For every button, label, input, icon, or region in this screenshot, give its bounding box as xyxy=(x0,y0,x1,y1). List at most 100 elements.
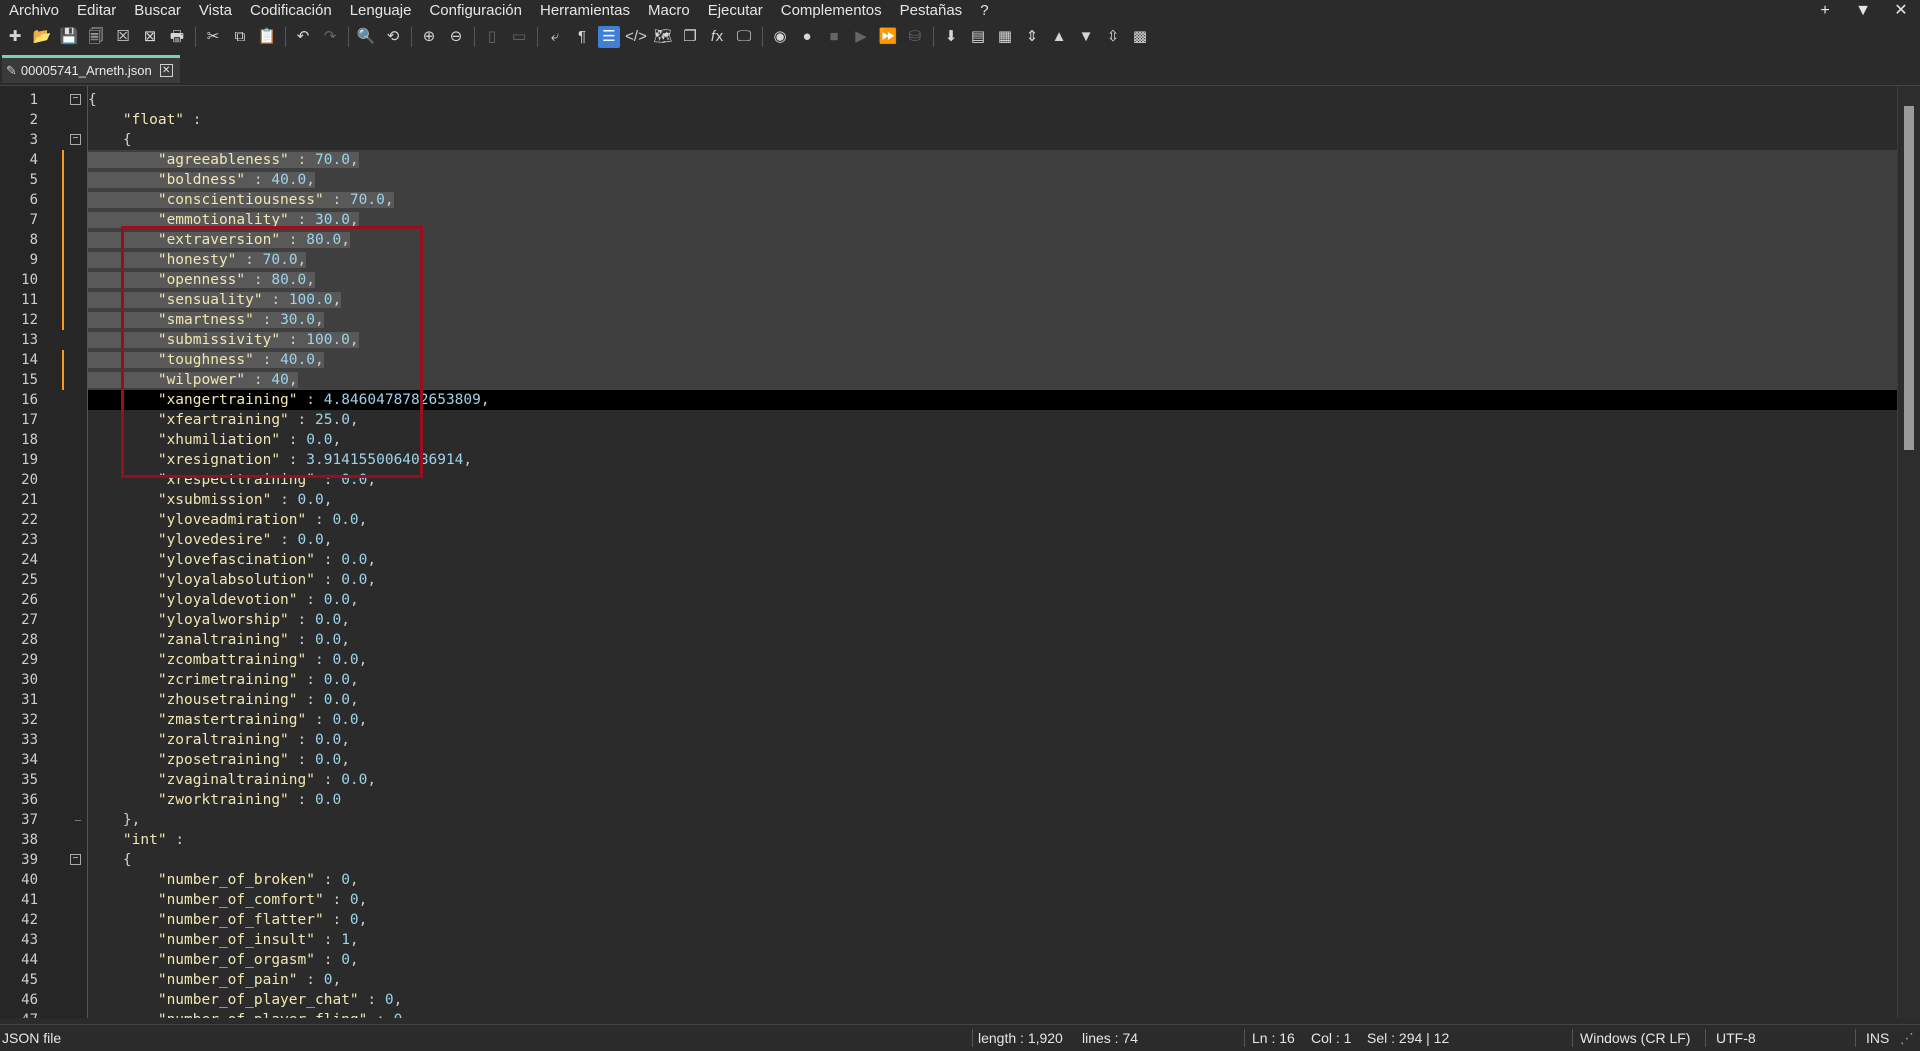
code-line[interactable]: "ylovefascination" : 0.0, xyxy=(88,550,1898,570)
code-line[interactable]: "float" : xyxy=(88,110,1898,130)
plugin-d-icon[interactable]: ⇕ xyxy=(1021,26,1043,48)
menu-vista[interactable]: Vista xyxy=(190,0,241,22)
code-line[interactable]: "number_of_pain" : 0, xyxy=(88,970,1898,990)
menu-ejecutar[interactable]: Ejecutar xyxy=(699,0,772,22)
close-all-icon[interactable]: ⊠ xyxy=(139,26,161,48)
code-line[interactable]: "smartness" : 30.0, xyxy=(88,310,1898,330)
show-all-chars-icon[interactable]: ¶ xyxy=(571,26,593,48)
word-wrap-icon[interactable]: ⤶ xyxy=(544,26,566,48)
code-line[interactable]: "yloveadmiration" : 0.0, xyxy=(88,510,1898,530)
code-line[interactable]: "number_of_insult" : 1, xyxy=(88,930,1898,950)
code-line[interactable]: "zcrimetraining" : 0.0, xyxy=(88,670,1898,690)
vertical-scrollbar[interactable] xyxy=(1897,86,1920,1018)
undo-icon[interactable]: ↶ xyxy=(292,26,314,48)
menu-archivo[interactable]: Archivo xyxy=(0,0,68,22)
plugin-b-icon[interactable]: ▤ xyxy=(967,26,989,48)
arrow-up-icon[interactable]: ▲ xyxy=(1048,26,1070,48)
close-icon[interactable]: ☒ xyxy=(112,26,134,48)
plugin-f-icon[interactable]: ▩ xyxy=(1129,26,1151,48)
code-line[interactable]: "xrespecttraining" : 0.0, xyxy=(88,470,1898,490)
menu-codificación[interactable]: Codificación xyxy=(241,0,341,22)
code-line[interactable]: "agreeableness" : 70.0, xyxy=(88,150,1898,170)
code-line[interactable]: "yloyalworship" : 0.0, xyxy=(88,610,1898,630)
code-line[interactable]: "xsubmission" : 0.0, xyxy=(88,490,1898,510)
indent-guide-icon[interactable]: ☰ xyxy=(598,26,620,48)
monitoring-icon[interactable]: ◉ xyxy=(769,26,791,48)
code-line[interactable]: "extraversion" : 80.0, xyxy=(88,230,1898,250)
code-line[interactable]: "number_of_player_fling" : 0 xyxy=(88,1010,1898,1018)
code-area[interactable]: { "float" : { "agreeableness" : 70.0, "b… xyxy=(88,86,1898,1018)
code-line[interactable]: "conscientiousness" : 70.0, xyxy=(88,190,1898,210)
code-line[interactable]: "zmastertraining" : 0.0, xyxy=(88,710,1898,730)
open-folder-icon[interactable]: 📂 xyxy=(31,26,53,48)
code-line[interactable]: "toughness" : 40.0, xyxy=(88,350,1898,370)
menu-buscar[interactable]: Buscar xyxy=(125,0,190,22)
code-line[interactable]: "zcombattraining" : 0.0, xyxy=(88,650,1898,670)
fold-toggle-icon[interactable]: − xyxy=(70,94,81,105)
code-line[interactable]: { xyxy=(88,850,1898,870)
code-line[interactable]: "zhousetraining" : 0.0, xyxy=(88,690,1898,710)
zoom-out-icon[interactable]: ⊖ xyxy=(445,26,467,48)
code-line[interactable]: { xyxy=(88,90,1898,110)
sync-vertical-icon[interactable]: ▯ xyxy=(481,26,503,48)
code-line[interactable]: "zanaltraining" : 0.0, xyxy=(88,630,1898,650)
paste-icon[interactable]: 📋 xyxy=(256,26,278,48)
code-line[interactable]: "honesty" : 70.0, xyxy=(88,250,1898,270)
record-macro-icon[interactable]: ● xyxy=(796,26,818,48)
close-tab-icon[interactable]: ✕ xyxy=(159,64,173,77)
fold-toggle-icon[interactable]: − xyxy=(70,134,81,145)
code-line[interactable]: "xresignation" : 3.9141550064086914, xyxy=(88,450,1898,470)
code-line[interactable]: "zvaginaltraining" : 0.0, xyxy=(88,770,1898,790)
code-line[interactable]: "boldness" : 40.0, xyxy=(88,170,1898,190)
code-line[interactable]: "xangertraining" : 4.8460478782653809, xyxy=(88,390,1898,410)
sync-horizontal-icon[interactable]: ▭ xyxy=(508,26,530,48)
close-window-icon[interactable]: ✕ xyxy=(1892,0,1910,22)
code-line[interactable]: "emmotionality" : 30.0, xyxy=(88,210,1898,230)
menu-herramientas[interactable]: Herramientas xyxy=(531,0,639,22)
code-line[interactable]: "submissivity" : 100.0, xyxy=(88,330,1898,350)
dropdown-icon[interactable]: ▼ xyxy=(1854,0,1872,22)
copy-icon[interactable]: ⧉ xyxy=(229,26,251,48)
code-line[interactable]: "openness" : 80.0, xyxy=(88,270,1898,290)
redo-icon[interactable]: ↷ xyxy=(319,26,341,48)
file-tab[interactable]: ✎ 00005741_Arneth.json ✕ xyxy=(2,55,180,83)
document-map-icon[interactable]: 🗺 xyxy=(652,26,674,48)
fold-toggle-icon[interactable]: − xyxy=(70,854,81,865)
menu-pestañas[interactable]: Pestañas xyxy=(891,0,972,22)
arrow-down-icon[interactable]: ▼ xyxy=(1075,26,1097,48)
menu-editar[interactable]: Editar xyxy=(68,0,125,22)
document-list-icon[interactable]: ❐ xyxy=(679,26,701,48)
replace-icon[interactable]: ⟲ xyxy=(382,26,404,48)
user-language-icon[interactable]: </> xyxy=(625,26,647,48)
resize-grip-icon[interactable]: ⋰ xyxy=(1900,1025,1914,1051)
run-macro-multiple-icon[interactable]: ⏩ xyxy=(877,26,899,48)
code-line[interactable]: "xhumiliation" : 0.0, xyxy=(88,430,1898,450)
code-line[interactable]: "ylovedesire" : 0.0, xyxy=(88,530,1898,550)
code-line[interactable]: "xfeartraining" : 25.0, xyxy=(88,410,1898,430)
code-line[interactable]: "number_of_orgasm" : 0, xyxy=(88,950,1898,970)
menu-?[interactable]: ? xyxy=(971,0,997,22)
menu-lenguaje[interactable]: Lenguaje xyxy=(341,0,421,22)
code-line[interactable]: "zworktraining" : 0.0 xyxy=(88,790,1898,810)
code-line[interactable]: "number_of_player_chat" : 0, xyxy=(88,990,1898,1010)
plugin-c-icon[interactable]: ▦ xyxy=(994,26,1016,48)
find-icon[interactable]: 🔍 xyxy=(355,26,377,48)
print-icon[interactable]: 🖶 xyxy=(166,26,188,48)
code-line[interactable]: "zoraltraining" : 0.0, xyxy=(88,730,1898,750)
save-icon[interactable]: 💾 xyxy=(58,26,80,48)
code-line[interactable]: "number_of_flatter" : 0, xyxy=(88,910,1898,930)
folder-workspace-icon[interactable]: 🖵 xyxy=(733,26,755,48)
plugin-a-icon[interactable]: ⬇ xyxy=(940,26,962,48)
play-macro-icon[interactable]: ▶ xyxy=(850,26,872,48)
add-tab-icon[interactable]: + xyxy=(1816,0,1834,22)
code-line[interactable]: "int" : xyxy=(88,830,1898,850)
code-line[interactable]: "number_of_comfort" : 0, xyxy=(88,890,1898,910)
function-list-icon[interactable]: 𝑓x xyxy=(706,26,728,48)
code-line[interactable]: "yloyalabsolution" : 0.0, xyxy=(88,570,1898,590)
new-file-icon[interactable]: ✚ xyxy=(4,26,26,48)
save-all-icon[interactable]: 🗐 xyxy=(85,26,107,48)
save-macro-icon[interactable]: ⛁ xyxy=(904,26,926,48)
cut-icon[interactable]: ✂ xyxy=(202,26,224,48)
menu-configuración[interactable]: Configuración xyxy=(420,0,531,22)
code-line[interactable]: "zposetraining" : 0.0, xyxy=(88,750,1898,770)
